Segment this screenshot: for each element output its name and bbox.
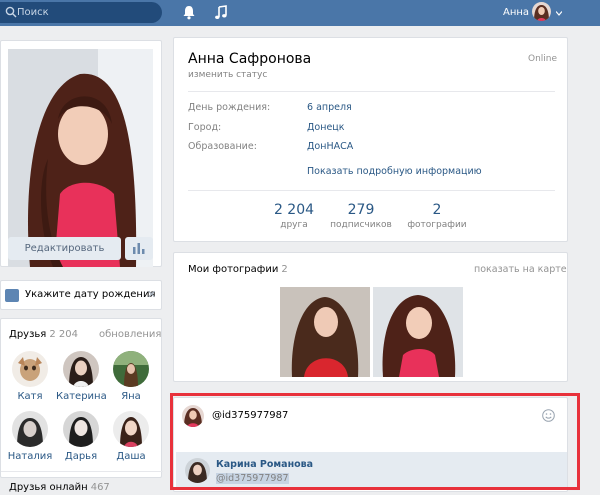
friends-online-title[interactable]: Друзья онлайн 467 <box>9 482 110 493</box>
friend-avatar <box>12 351 48 387</box>
show-more-info-link[interactable]: Показать подробную информацию <box>307 166 482 177</box>
divider <box>1 471 163 472</box>
friend-avatar <box>113 351 149 387</box>
chevron-down-icon[interactable] <box>556 11 562 16</box>
music-icon[interactable] <box>214 5 228 20</box>
avatar-card: Редактировать <box>0 40 162 267</box>
friends-title[interactable]: Друзья 2 204 <box>9 329 78 340</box>
friends-block: Друзья 2 204 обновления Катя Катерина Яна… <box>0 318 163 493</box>
photos-block: Мои фотографии 2 показать на карте <box>173 252 568 382</box>
friends-count: 2 204 <box>49 329 78 340</box>
stats-icon <box>133 243 145 254</box>
status-link[interactable]: изменить статус <box>188 70 267 80</box>
bell-icon[interactable] <box>182 5 196 20</box>
info-label: День рождения: <box>188 102 271 113</box>
profile-photo[interactable] <box>8 49 153 267</box>
followers-counter[interactable]: 279 подписчиков <box>321 202 401 230</box>
divider <box>188 190 555 191</box>
divider <box>188 91 555 92</box>
friends-online-count: 467 <box>90 482 110 493</box>
birthday-link[interactable]: 6 апреля <box>307 102 352 113</box>
search-icon <box>5 6 17 18</box>
profile-name: Анна Сафронова <box>188 51 312 67</box>
friend-item[interactable]: Наталия <box>5 411 55 462</box>
friend-item[interactable]: Даша <box>106 411 156 462</box>
cake-icon <box>5 289 19 302</box>
friend-item[interactable]: Яна <box>106 351 156 402</box>
friend-avatar <box>113 411 149 447</box>
education-link[interactable]: ДонНАСА <box>307 141 353 152</box>
show-on-map-link[interactable]: показать на карте <box>474 264 567 275</box>
birthday-prompt-text[interactable]: Укажите дату рождения <box>25 289 155 300</box>
friends-updates-link[interactable]: обновления <box>99 329 161 340</box>
friend-avatar <box>63 351 99 387</box>
friend-item[interactable]: Катерина <box>56 351 107 402</box>
city-link[interactable]: Донецк <box>307 122 345 133</box>
photos-counter[interactable]: 2 фотографии <box>397 202 477 230</box>
search-input[interactable] <box>17 4 157 21</box>
info-label: Образование: <box>188 141 257 152</box>
photos-title[interactable]: Мои фотографии 2 <box>188 264 288 275</box>
friend-item[interactable]: Дарья <box>56 411 106 462</box>
birthday-prompt[interactable]: Укажите дату рождения ✕ <box>0 280 162 310</box>
user-avatar[interactable] <box>532 2 551 21</box>
photo-thumbnail[interactable] <box>373 287 463 377</box>
friend-avatar <box>12 411 48 447</box>
top-bar: Анна <box>0 0 600 26</box>
statistics-button[interactable] <box>125 237 153 260</box>
profile-info-card: Анна Сафронова изменить статус Online Де… <box>173 37 568 242</box>
photo-thumbnail[interactable] <box>280 287 370 377</box>
friend-item[interactable]: Катя <box>5 351 55 402</box>
friend-avatar <box>63 411 99 447</box>
close-icon[interactable]: ✕ <box>147 288 156 301</box>
highlight-frame <box>170 393 580 490</box>
online-indicator: Online <box>528 54 558 64</box>
info-label: Город: <box>188 122 222 133</box>
search-box[interactable] <box>0 2 162 23</box>
user-name[interactable]: Анна <box>503 7 529 18</box>
photos-count: 2 <box>281 264 288 275</box>
edit-profile-button[interactable]: Редактировать <box>8 237 121 260</box>
